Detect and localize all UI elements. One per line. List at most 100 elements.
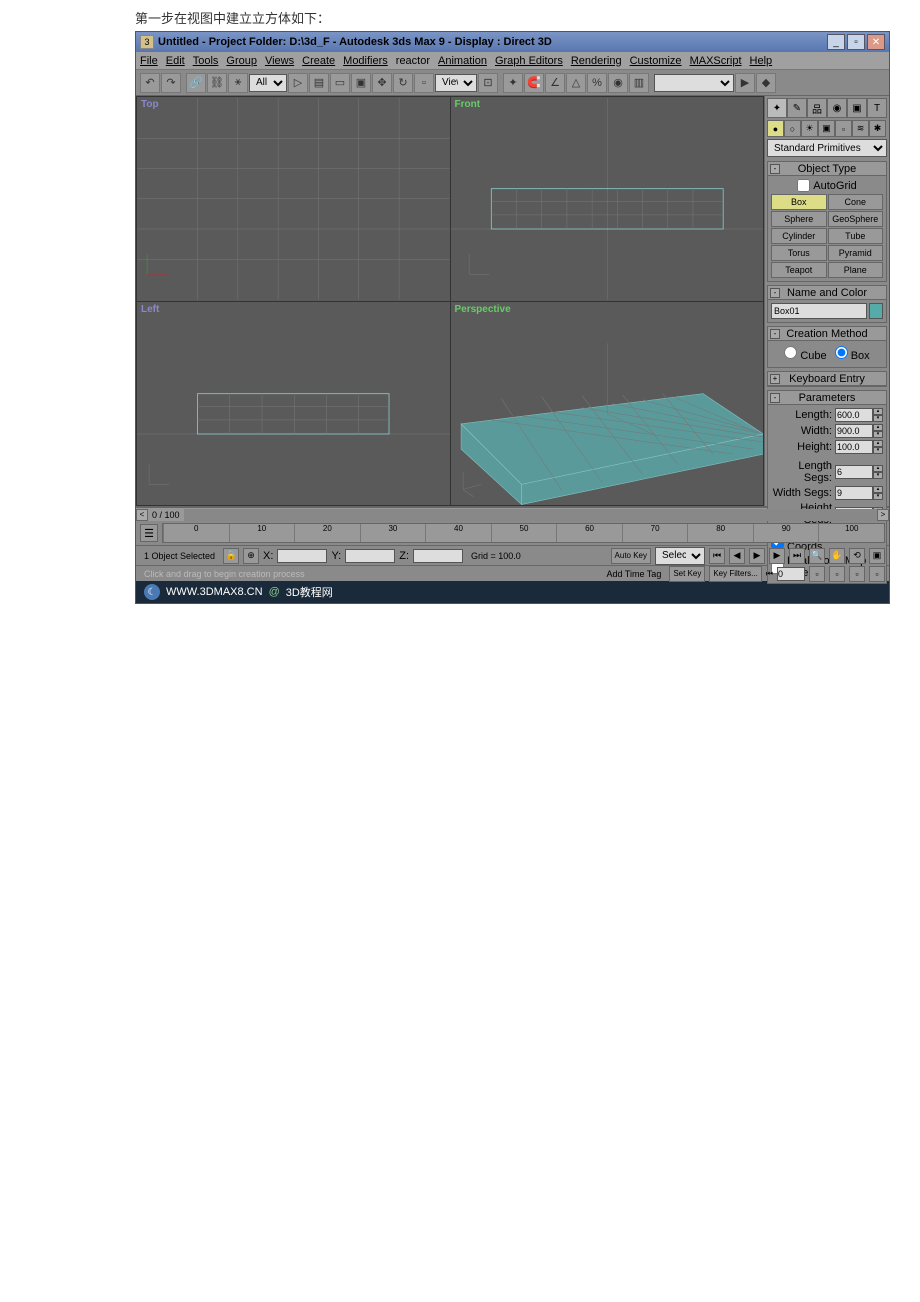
spacewarps-subtab[interactable]: ≋ — [852, 120, 869, 137]
menu-tools[interactable]: Tools — [193, 55, 219, 67]
width-input[interactable] — [835, 424, 873, 438]
pyramid-button[interactable]: Pyramid — [828, 245, 884, 261]
unlink-button[interactable]: ⛓ — [207, 73, 227, 93]
systems-subtab[interactable]: ✱ — [869, 120, 886, 137]
create-tab[interactable]: ✦ — [767, 98, 787, 118]
geometry-subtab[interactable]: ● — [767, 120, 784, 137]
menu-views[interactable]: Views — [265, 55, 294, 67]
object-name-input[interactable] — [771, 303, 867, 319]
box-radio[interactable]: Box — [835, 346, 870, 362]
undo-button[interactable]: ↶ — [140, 73, 160, 93]
coord-mode-button[interactable]: ⊕ — [243, 548, 259, 564]
maximize-viewport-button[interactable]: ▣ — [869, 548, 885, 564]
y-coord-input[interactable] — [345, 549, 395, 563]
material-editor-button[interactable]: ▶ — [735, 73, 755, 93]
cylinder-button[interactable]: Cylinder — [771, 228, 827, 244]
autokey-button[interactable]: Auto Key — [611, 548, 651, 564]
height-input[interactable] — [835, 440, 873, 454]
teapot-button[interactable]: Teapot — [771, 262, 827, 278]
collapse-icon[interactable]: - — [770, 329, 780, 339]
display-tab[interactable]: ▣ — [847, 98, 867, 118]
color-swatch[interactable] — [869, 303, 883, 319]
collapse-icon[interactable]: - — [770, 164, 780, 174]
shapes-subtab[interactable]: ○ — [784, 120, 801, 137]
link-button[interactable]: 🔗 — [186, 73, 206, 93]
arc-rotate-button[interactable]: ⟲ — [849, 548, 865, 564]
sphere-button[interactable]: Sphere — [771, 211, 827, 227]
viewport-perspective[interactable]: Perspective — [451, 302, 764, 506]
scroll-track[interactable] — [184, 509, 877, 521]
current-frame-input[interactable] — [777, 567, 805, 581]
length-input[interactable] — [835, 408, 873, 422]
menu-customize[interactable]: Customize — [630, 55, 682, 67]
menu-maxscript[interactable]: MAXScript — [690, 55, 742, 67]
add-time-tag[interactable]: Add Time Tag — [602, 569, 665, 579]
lights-subtab[interactable]: ☀ — [801, 120, 818, 137]
menu-reactor[interactable]: reactor — [396, 55, 430, 67]
percent-snap-button[interactable]: △ — [566, 73, 586, 93]
manipulate-button[interactable]: ✦ — [503, 73, 523, 93]
box-button[interactable]: Box — [771, 194, 827, 210]
modify-tab[interactable]: ✎ — [787, 98, 807, 118]
scale-button[interactable]: ▫ — [414, 73, 434, 93]
menu-file[interactable]: File — [140, 55, 158, 67]
menu-grapheditors[interactable]: Graph Editors — [495, 55, 563, 67]
selection-filter[interactable]: All — [249, 74, 287, 92]
lsegs-input[interactable] — [835, 465, 873, 479]
menu-rendering[interactable]: Rendering — [571, 55, 622, 67]
wsegs-input[interactable] — [835, 486, 873, 500]
minimize-button[interactable]: _ — [827, 34, 845, 50]
angle-snap-button[interactable]: ∠ — [545, 73, 565, 93]
viewport-top[interactable]: Top — [137, 97, 450, 301]
ref-coord-select[interactable]: View — [435, 74, 477, 92]
play-button[interactable]: ▶ — [749, 548, 765, 564]
torus-button[interactable]: Torus — [771, 245, 827, 261]
goto-start-button[interactable]: ⏮ — [709, 548, 725, 564]
nav-3-button[interactable]: ▫ — [849, 566, 865, 582]
nav-2-button[interactable]: ▫ — [829, 566, 845, 582]
spinner-snap-button[interactable]: % — [587, 73, 607, 93]
select-name-button[interactable]: ▤ — [309, 73, 329, 93]
next-frame-button[interactable]: ▶ — [769, 548, 785, 564]
utilities-tab[interactable]: T — [867, 98, 887, 118]
x-coord-input[interactable] — [277, 549, 327, 563]
helpers-subtab[interactable]: ▫ — [835, 120, 852, 137]
menu-create[interactable]: Create — [302, 55, 335, 67]
move-button[interactable]: ✥ — [372, 73, 392, 93]
timeline-config-button[interactable]: ☰ — [140, 524, 158, 542]
plane-button[interactable]: Plane — [828, 262, 884, 278]
tube-button[interactable]: Tube — [828, 228, 884, 244]
hierarchy-tab[interactable]: 品 — [807, 98, 827, 118]
pan-button[interactable]: ✋ — [829, 548, 845, 564]
autogrid-checkbox[interactable] — [797, 179, 810, 192]
time-ruler[interactable]: 0102030405060708090100 — [162, 523, 885, 543]
scroll-right-button[interactable]: > — [877, 509, 889, 521]
cube-radio[interactable]: Cube — [784, 346, 826, 362]
length-spinner[interactable]: ▴▾ — [873, 408, 883, 422]
cone-button[interactable]: Cone — [828, 194, 884, 210]
prev-frame-button[interactable]: ◀ — [729, 548, 745, 564]
render-scene-button[interactable]: ◆ — [756, 73, 776, 93]
viewport-front[interactable]: Front — [451, 97, 764, 301]
nav-4-button[interactable]: ▫ — [869, 566, 885, 582]
snap-button[interactable]: 🧲 — [524, 73, 544, 93]
nav-1-button[interactable]: ▫ — [809, 566, 825, 582]
restore-button[interactable]: ▫ — [847, 34, 865, 50]
coord-display[interactable] — [654, 74, 734, 92]
zoom-button[interactable]: 🔍 — [809, 548, 825, 564]
mirror-button[interactable]: ▥ — [629, 73, 649, 93]
menu-animation[interactable]: Animation — [438, 55, 487, 67]
rect-select-button[interactable]: ▭ — [330, 73, 350, 93]
redo-button[interactable]: ↷ — [161, 73, 181, 93]
key-mode-select[interactable]: Selected — [655, 547, 705, 565]
motion-tab[interactable]: ◉ — [827, 98, 847, 118]
menu-group[interactable]: Group — [226, 55, 257, 67]
rotate-button[interactable]: ↻ — [393, 73, 413, 93]
menu-modifiers[interactable]: Modifiers — [343, 55, 388, 67]
window-crossing-button[interactable]: ▣ — [351, 73, 371, 93]
menu-help[interactable]: Help — [750, 55, 773, 67]
keyfilters-button[interactable]: Key Filters... — [709, 566, 761, 582]
viewport-left[interactable]: Left — [137, 302, 450, 506]
expand-icon[interactable]: + — [770, 374, 780, 384]
close-button[interactable]: ✕ — [867, 34, 885, 50]
